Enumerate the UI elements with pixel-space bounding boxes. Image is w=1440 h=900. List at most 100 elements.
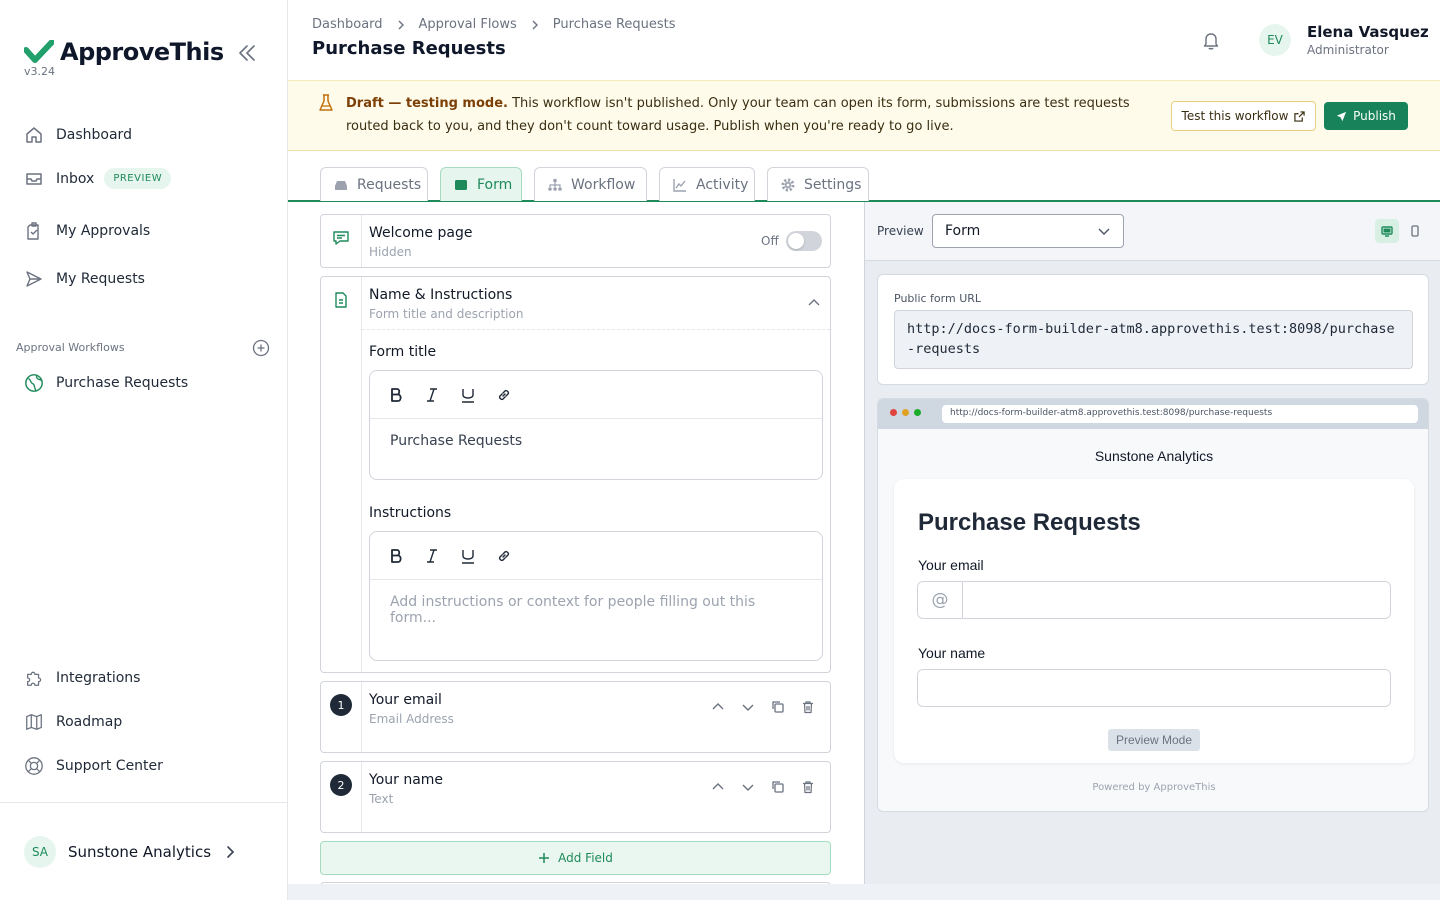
move-down-icon[interactable] [741, 700, 755, 714]
move-up-icon[interactable] [711, 780, 725, 794]
user-role: Administrator [1307, 43, 1389, 57]
tab-label: Activity [696, 176, 749, 193]
add-workflow-icon[interactable] [252, 339, 270, 357]
preview-mode-select[interactable]: Form [932, 214, 1124, 248]
field-title: Your email [369, 692, 442, 708]
page-title: Purchase Requests [312, 38, 506, 59]
tab-settings[interactable]: Settings [767, 167, 869, 201]
duplicate-icon[interactable] [771, 780, 785, 794]
chevron-right-icon [529, 19, 541, 31]
add-field-button[interactable]: Add Field [320, 841, 831, 875]
field-card-email[interactable]: 1 Your email Email Address [320, 681, 831, 753]
card-rail: 2 [321, 762, 362, 832]
message-icon [332, 229, 350, 247]
chevron-down-icon [1097, 224, 1111, 238]
breadcrumb-dashboard[interactable]: Dashboard [312, 17, 383, 32]
user-avatar[interactable]: EV [1259, 24, 1291, 56]
top-header: Dashboard Approval Flows Purchase Reques… [288, 0, 1440, 80]
field-number: 2 [330, 774, 352, 796]
welcome-toggle[interactable] [786, 231, 822, 251]
sidebar-divider [0, 802, 287, 803]
bold-icon[interactable] [384, 383, 408, 407]
link-icon[interactable] [492, 544, 516, 568]
italic-icon[interactable] [420, 544, 444, 568]
sidebar-item-label: Inbox [56, 170, 95, 187]
name-instructions-subtitle: Form title and description [369, 307, 524, 321]
puzzle-icon [24, 668, 44, 688]
underline-icon[interactable] [456, 544, 480, 568]
trash-icon[interactable] [801, 780, 815, 794]
move-down-icon[interactable] [741, 780, 755, 794]
plus-icon [538, 852, 550, 864]
welcome-subtitle: Hidden [369, 245, 412, 259]
at-sign-icon: @ [918, 582, 963, 618]
instructions-label: Instructions [369, 505, 452, 521]
sidebar-item-purchase-requests[interactable]: Purchase Requests [24, 373, 188, 393]
toggle-label: Off [761, 234, 779, 248]
tab-requests[interactable]: Requests [320, 167, 428, 201]
instructions-editor[interactable]: Add instructions or context for people f… [369, 531, 823, 661]
publish-button[interactable]: Publish [1324, 102, 1408, 130]
sidebar-item-support-center[interactable]: Support Center [24, 756, 163, 776]
preview-name-input[interactable] [917, 669, 1391, 707]
duplicate-icon[interactable] [771, 700, 785, 714]
tab-label: Workflow [571, 176, 636, 193]
form-title-value: Purchase Requests [390, 433, 523, 449]
sidebar-item-dashboard[interactable]: Dashboard [24, 125, 132, 145]
tab-label: Requests [357, 176, 422, 193]
sidebar-item-inbox[interactable]: Inbox PREVIEW [24, 168, 172, 189]
workflow-tabs: Requests Form Workflow Activity Settings [288, 151, 1440, 202]
test-workflow-label: Test this workflow [1181, 109, 1289, 123]
editor-toolbar [370, 532, 822, 580]
preview-email-input[interactable]: @ [917, 581, 1391, 619]
preview-badge: PREVIEW [104, 168, 172, 189]
bell-icon[interactable] [1200, 29, 1222, 51]
chevron-up-icon[interactable] [807, 296, 821, 310]
public-url-card: Public form URL http://docs-form-builder… [877, 274, 1429, 385]
preview-toolbar: Preview Form [865, 202, 1440, 261]
sidebar-item-my-requests[interactable]: My Requests [24, 269, 145, 289]
window-close-dot [890, 409, 897, 416]
preview-label: Preview [877, 224, 924, 238]
browser-address-bar: http://docs-form-builder-atm8.approvethi… [942, 405, 1418, 423]
test-workflow-button[interactable]: Test this workflow [1171, 101, 1316, 131]
publish-label: Publish [1353, 109, 1396, 123]
sidebar-item-my-approvals[interactable]: My Approvals [24, 221, 150, 241]
browser-chrome: http://docs-form-builder-atm8.approvethi… [878, 399, 1428, 429]
public-url-label: Public form URL [894, 292, 982, 305]
brand[interactable]: ApproveThis [24, 38, 224, 66]
link-icon[interactable] [492, 383, 516, 407]
italic-icon[interactable] [420, 383, 444, 407]
sidebar-item-integrations[interactable]: Integrations [24, 668, 140, 688]
breadcrumb: Dashboard Approval Flows Purchase Reques… [312, 17, 676, 32]
field-card-name[interactable]: 2 Your name Text [320, 761, 831, 833]
card-rail [321, 277, 362, 672]
form-title-editor[interactable]: Purchase Requests [369, 370, 823, 480]
brand-name: ApproveThis [60, 38, 224, 66]
name-instructions-card: Name & Instructions Form title and descr… [320, 276, 831, 673]
org-name: Sunstone Analytics [68, 843, 212, 861]
breadcrumb-approval-flows[interactable]: Approval Flows [419, 17, 517, 32]
preview-name-label: Your name [918, 645, 986, 661]
tab-form[interactable]: Form [440, 167, 522, 201]
desktop-view-icon[interactable] [1375, 219, 1399, 243]
bold-icon[interactable] [384, 544, 408, 568]
welcome-page-card[interactable]: Welcome page Hidden Off [320, 214, 831, 268]
tab-activity[interactable]: Activity [659, 167, 755, 201]
move-up-icon[interactable] [711, 700, 725, 714]
org-switcher[interactable]: SA Sunstone Analytics [24, 836, 237, 868]
collapse-sidebar-icon[interactable] [236, 42, 258, 64]
banner-strong: Draft — testing mode. [346, 96, 508, 111]
preview-mode-value: Form [945, 223, 981, 239]
mobile-view-icon[interactable] [1403, 219, 1427, 243]
sidebar-item-label: Support Center [56, 758, 163, 774]
trash-icon[interactable] [801, 700, 815, 714]
powered-by: Powered by ApproveThis [1092, 782, 1216, 793]
sidebar-item-roadmap[interactable]: Roadmap [24, 712, 122, 732]
tab-workflow[interactable]: Workflow [534, 167, 647, 201]
sidebar-item-label: My Requests [56, 271, 145, 287]
section-label-workflows: Approval Workflows [16, 341, 125, 354]
public-url-value[interactable]: http://docs-form-builder-atm8.approvethi… [894, 310, 1413, 369]
underline-icon[interactable] [456, 383, 480, 407]
chevron-right-icon [395, 19, 407, 31]
